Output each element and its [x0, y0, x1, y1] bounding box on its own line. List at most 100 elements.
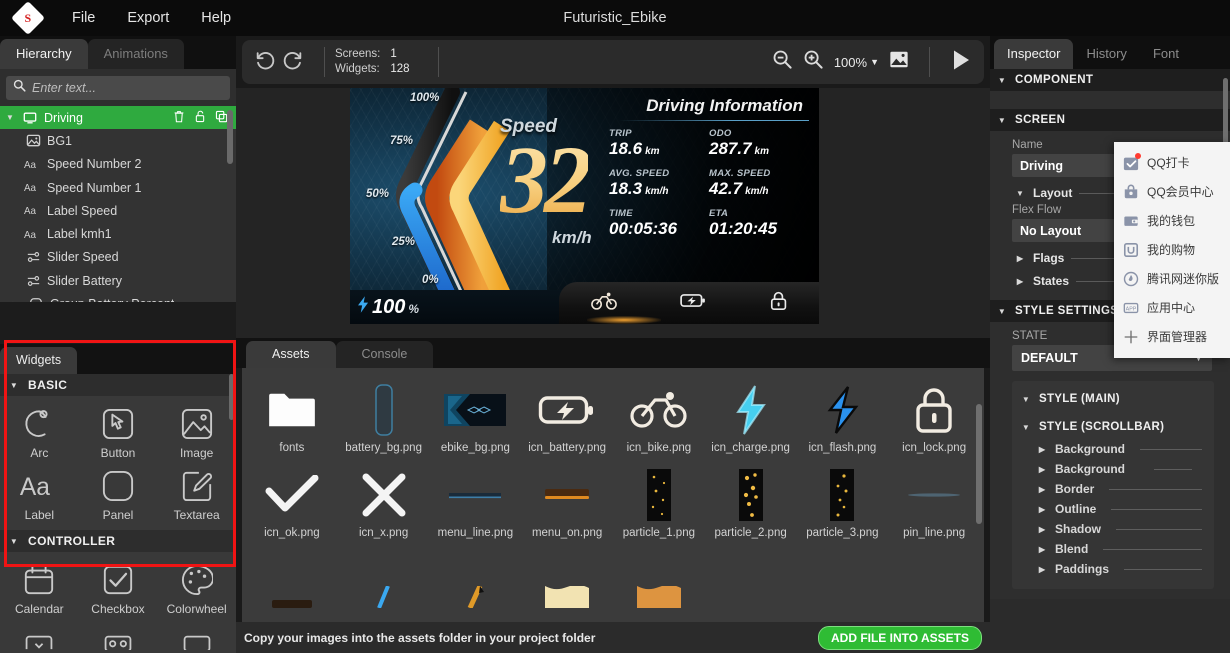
style-item-paddings[interactable]: ▶ Paddings — [1012, 559, 1214, 579]
search-input[interactable]: Enter text... — [6, 76, 230, 100]
add-file-into-assets-button[interactable]: ADD FILE INTO ASSETS — [818, 626, 982, 650]
play-icon[interactable] — [950, 48, 972, 77]
asset-particle-3[interactable]: particle_3.png — [797, 459, 889, 544]
asset-particle-2[interactable]: particle_2.png — [705, 459, 797, 544]
canvas-area[interactable]: 100% 75% 50% 25% 0% Speed 32 km/h Drivin… — [236, 88, 990, 338]
widget-arc[interactable]: Arc — [0, 400, 79, 462]
qq-menu-item-app-center[interactable]: APP 应用中心 — [1114, 293, 1230, 322]
style-scrollbar-header[interactable]: ▼ STYLE (SCROLLBAR) — [1012, 411, 1214, 439]
qq-menu-item-tencent-mini[interactable]: 腾讯网迷你版 — [1114, 264, 1230, 293]
bike-icon[interactable] — [591, 292, 617, 315]
ebike-dashboard-preview[interactable]: 100% 75% 50% 25% 0% Speed 32 km/h Drivin… — [350, 88, 819, 324]
zoom-out-icon[interactable] — [772, 49, 793, 75]
style-item-shadow[interactable]: ▶ Shadow — [1012, 519, 1214, 539]
tree-item-slider-speed[interactable]: Slider Speed — [0, 246, 236, 269]
asset-partial-2[interactable] — [338, 544, 430, 612]
tree-item-slider-battery[interactable]: Slider Battery — [0, 269, 236, 292]
asset-icn-x[interactable]: icn_x.png — [338, 459, 430, 544]
tab-animations[interactable]: Animations — [88, 39, 184, 69]
chevron-down-icon[interactable]: ▼ — [4, 113, 16, 122]
tab-console[interactable]: Console — [336, 341, 434, 368]
checkbox-icon — [96, 560, 140, 600]
assets-scrollbar[interactable] — [976, 404, 982, 524]
asset-menu-on[interactable]: menu_on.png — [521, 459, 613, 544]
tree-item-label-kmh1[interactable]: Aa Label kmh1 — [0, 222, 236, 245]
asset-menu-line[interactable]: menu_line.png — [430, 459, 522, 544]
widgets-scrollbar[interactable] — [229, 374, 234, 420]
menu-help[interactable]: Help — [185, 4, 247, 32]
qq-menu-item-wallet[interactable]: 我的钱包 — [1114, 206, 1230, 235]
widget-button[interactable]: Button — [79, 400, 158, 462]
zoom-level-select[interactable]: 100% ▼ — [834, 55, 879, 70]
section-screen[interactable]: ▼ SCREEN — [990, 109, 1230, 131]
widget-image[interactable]: Image — [157, 400, 236, 462]
tree-item-bg1[interactable]: BG1 — [0, 129, 236, 152]
undo-icon[interactable] — [254, 49, 276, 76]
tree-item-label: Speed Number 2 — [47, 157, 142, 171]
qq-vip-icon — [1122, 183, 1140, 201]
style-item-background-2[interactable]: ▶ Background — [1012, 459, 1214, 479]
asset-pin-line[interactable]: pin_line.png — [888, 459, 980, 544]
style-item-background-1[interactable]: ▶ Background — [1012, 439, 1214, 459]
tab-assets[interactable]: Assets — [246, 341, 336, 368]
asset-ebike-bg[interactable]: ebike_bg.png — [430, 374, 522, 459]
widget-label-w[interactable]: Aa Label — [0, 462, 79, 524]
chevron-right-icon[interactable]: ▶ — [10, 300, 22, 302]
tree-item-driving[interactable]: ▼ Driving — [0, 106, 236, 129]
asset-partial-4[interactable] — [521, 544, 613, 612]
qq-menu-item-ui-manager[interactable]: 界面管理器 — [1114, 322, 1230, 351]
hierarchy-scrollbar[interactable] — [227, 110, 233, 164]
widget-colorwheel[interactable]: Colorwheel — [157, 556, 236, 618]
tab-history[interactable]: History — [1073, 39, 1139, 69]
asset-partial-1[interactable] — [246, 544, 338, 612]
section-component[interactable]: ▼ COMPONENT — [990, 69, 1230, 91]
asset-icn-lock[interactable]: icn_lock.png — [888, 374, 980, 459]
tree-item-label-speed[interactable]: Aa Label Speed — [0, 199, 236, 222]
tree-item-group-battery-percent[interactable]: ▶ Group Battery Percent — [0, 292, 236, 302]
asset-icn-battery[interactable]: icn_battery.png — [521, 374, 613, 459]
widget-section-basic[interactable]: ▼ BASIC — [0, 374, 236, 396]
divider-line — [1109, 489, 1202, 490]
asset-icn-charge[interactable]: icn_charge.png — [705, 374, 797, 459]
style-item-border[interactable]: ▶ Border — [1012, 479, 1214, 499]
widget-calendar[interactable]: Calendar — [0, 556, 79, 618]
zoom-in-icon[interactable] — [803, 49, 824, 75]
asset-particle-1[interactable]: particle_1.png — [613, 459, 705, 544]
widget-section-controller[interactable]: ▼ CONTROLLER — [0, 530, 236, 552]
menu-file[interactable]: File — [56, 4, 111, 32]
delete-icon[interactable] — [173, 110, 185, 126]
asset-fonts[interactable]: fonts — [246, 374, 338, 459]
style-main-header[interactable]: ▼ STYLE (MAIN) — [1012, 389, 1214, 411]
widget-partial-1[interactable] — [0, 618, 79, 653]
tab-hierarchy[interactable]: Hierarchy — [0, 39, 88, 69]
widget-checkbox[interactable]: Checkbox — [79, 556, 158, 618]
tab-widgets[interactable]: Widgets — [0, 347, 77, 374]
tree-item-speed-number-2[interactable]: Aa Speed Number 2 — [0, 153, 236, 176]
menu-export[interactable]: Export — [111, 4, 185, 32]
tree-item-label: Label kmh1 — [47, 227, 112, 241]
tree-item-speed-number-1[interactable]: Aa Speed Number 1 — [0, 176, 236, 199]
asset-icn-flash[interactable]: icn_flash.png — [797, 374, 889, 459]
widget-textarea[interactable]: Textarea — [157, 462, 236, 524]
tab-font[interactable]: Font — [1140, 39, 1192, 69]
asset-icn-ok[interactable]: icn_ok.png — [246, 459, 338, 544]
style-item-label: Paddings — [1055, 562, 1109, 576]
tab-inspector[interactable]: Inspector — [994, 39, 1073, 69]
style-item-outline[interactable]: ▶ Outline — [1012, 499, 1214, 519]
lock-icon[interactable] — [769, 291, 788, 316]
asset-partial-3[interactable] — [430, 544, 522, 612]
qq-menu-item-shopping[interactable]: 我的购物 — [1114, 235, 1230, 264]
widget-partial-3[interactable] — [157, 618, 236, 653]
asset-partial-5[interactable] — [613, 544, 705, 612]
qq-menu-item-checkin[interactable]: QQ打卡 — [1114, 148, 1230, 177]
style-item-blend[interactable]: ▶ Blend — [1012, 539, 1214, 559]
unlock-icon[interactable] — [194, 110, 206, 126]
fit-image-icon[interactable] — [889, 50, 909, 74]
asset-battery-bg[interactable]: battery_bg.png — [338, 374, 430, 459]
redo-icon[interactable] — [282, 49, 304, 76]
qq-menu-item-vip[interactable]: QQ会员中心 — [1114, 177, 1230, 206]
widget-panel[interactable]: Panel — [79, 462, 158, 524]
asset-icn-bike[interactable]: icn_bike.png — [613, 374, 705, 459]
widget-partial-2[interactable] — [79, 618, 158, 653]
charge-battery-icon[interactable] — [680, 292, 706, 314]
